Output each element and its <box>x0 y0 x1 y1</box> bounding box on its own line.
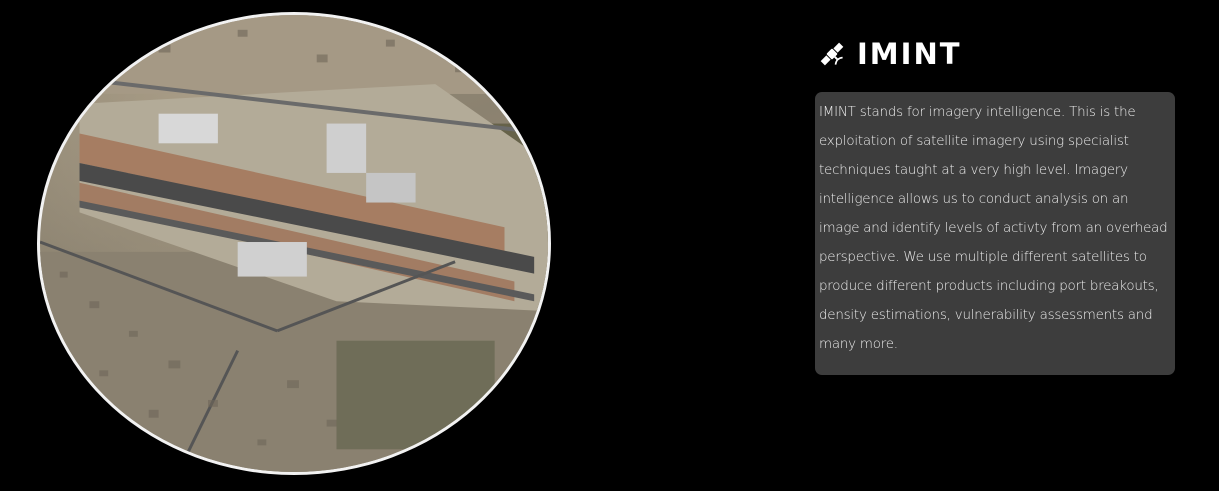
page: IMINT IMINT stands for imagery intellige… <box>0 0 1219 491</box>
description-box: IMINT stands for imagery intelligence. T… <box>815 92 1175 375</box>
section-heading: IMINT <box>817 36 962 72</box>
satellite-icon <box>817 39 847 69</box>
section-title: IMINT <box>857 37 962 71</box>
satellite-image-graphic <box>40 15 548 472</box>
satellite-image <box>37 12 551 475</box>
description-text: IMINT stands for imagery intelligence. T… <box>819 105 1168 352</box>
